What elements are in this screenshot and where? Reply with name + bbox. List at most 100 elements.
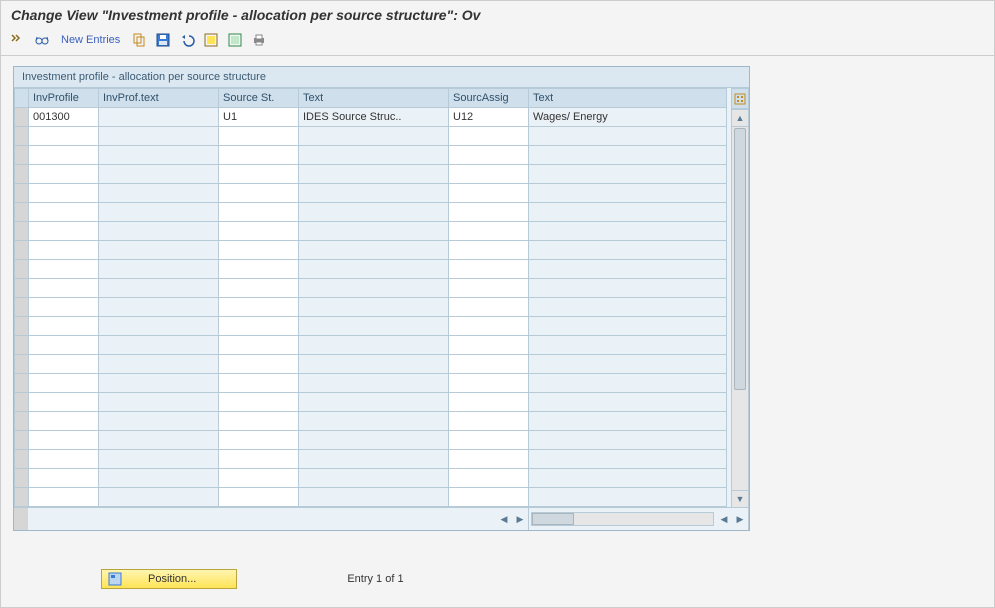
cell-sourcassig[interactable] <box>449 298 529 317</box>
cell-invprofile[interactable] <box>29 241 99 260</box>
cell-invprofile[interactable]: 001300 <box>29 108 99 127</box>
hscroll-right-thumb[interactable] <box>532 513 574 525</box>
cell-sourcassig[interactable] <box>449 184 529 203</box>
select-all-icon[interactable] <box>202 31 220 49</box>
cell-sourcassig[interactable] <box>449 393 529 412</box>
cell-sourcest[interactable] <box>219 165 299 184</box>
cell-sourcest[interactable] <box>219 355 299 374</box>
row-selector[interactable] <box>15 412 29 431</box>
cell-invprofile[interactable] <box>29 355 99 374</box>
hscroll-right[interactable]: ◀ ▶ <box>529 508 749 530</box>
save-icon[interactable] <box>154 31 172 49</box>
col-sourcest[interactable]: Source St. <box>219 89 299 108</box>
cell-sourcest[interactable] <box>219 184 299 203</box>
row-selector[interactable] <box>15 203 29 222</box>
table-row[interactable] <box>15 469 727 488</box>
row-selector[interactable] <box>15 336 29 355</box>
cell-sourcest[interactable] <box>219 146 299 165</box>
cell-invprofile[interactable] <box>29 279 99 298</box>
cell-sourcest[interactable] <box>219 279 299 298</box>
table-row[interactable] <box>15 317 727 336</box>
cell-sourcest[interactable] <box>219 298 299 317</box>
cell-sourcassig[interactable] <box>449 412 529 431</box>
cell-sourcassig[interactable] <box>449 450 529 469</box>
cell-invprofile[interactable] <box>29 374 99 393</box>
cell-sourcassig[interactable] <box>449 336 529 355</box>
table-row[interactable] <box>15 241 727 260</box>
table-row[interactable] <box>15 374 727 393</box>
new-entries-button[interactable]: New Entries <box>57 34 124 46</box>
cell-sourcassig[interactable] <box>449 146 529 165</box>
row-selector[interactable] <box>15 241 29 260</box>
row-selector[interactable] <box>15 165 29 184</box>
table-settings-icon[interactable] <box>731 88 749 109</box>
table-row[interactable] <box>15 450 727 469</box>
cell-invprofile[interactable] <box>29 488 99 507</box>
row-selector[interactable] <box>15 222 29 241</box>
row-selector[interactable] <box>15 355 29 374</box>
table-row[interactable] <box>15 412 727 431</box>
hscroll-left-next-icon[interactable]: ▶ <box>512 508 528 530</box>
cell-sourcassig[interactable] <box>449 374 529 393</box>
deselect-all-icon[interactable] <box>226 31 244 49</box>
col-text2[interactable]: Text <box>529 89 727 108</box>
cell-invprofile[interactable] <box>29 336 99 355</box>
cell-sourcest[interactable] <box>219 412 299 431</box>
row-selector[interactable] <box>15 431 29 450</box>
cell-sourcest[interactable] <box>219 317 299 336</box>
vertical-scrollbar[interactable]: ▲ ▼ <box>731 109 749 508</box>
cell-sourcest[interactable] <box>219 260 299 279</box>
table-row[interactable] <box>15 222 727 241</box>
copy-icon[interactable] <box>130 31 148 49</box>
cell-invprofile[interactable] <box>29 127 99 146</box>
cell-sourcassig[interactable]: U12 <box>449 108 529 127</box>
row-selector-header[interactable] <box>15 89 29 108</box>
table-row[interactable] <box>15 393 727 412</box>
cell-sourcassig[interactable] <box>449 355 529 374</box>
cell-invprofile[interactable] <box>29 469 99 488</box>
cell-sourcest[interactable]: U1 <box>219 108 299 127</box>
cell-invprofile[interactable] <box>29 146 99 165</box>
cell-sourcest[interactable] <box>219 336 299 355</box>
hscroll-right-next-icon[interactable]: ▶ <box>732 508 748 530</box>
undo-icon[interactable] <box>178 31 196 49</box>
glasses-icon[interactable] <box>33 31 51 49</box>
row-selector[interactable] <box>15 279 29 298</box>
print-icon[interactable] <box>250 31 268 49</box>
hscroll-right-track[interactable] <box>531 512 714 526</box>
row-selector[interactable] <box>15 450 29 469</box>
cell-invprofile[interactable] <box>29 203 99 222</box>
cell-invprofile[interactable] <box>29 412 99 431</box>
cell-invprofile[interactable] <box>29 450 99 469</box>
cell-invprofile[interactable] <box>29 165 99 184</box>
row-selector[interactable] <box>15 469 29 488</box>
cell-sourcassig[interactable] <box>449 469 529 488</box>
col-invproftext[interactable]: InvProf.text <box>99 89 219 108</box>
table-row[interactable] <box>15 127 727 146</box>
cell-invprofile[interactable] <box>29 317 99 336</box>
cell-invprofile[interactable] <box>29 260 99 279</box>
col-sourcassig[interactable]: SourcAssig <box>449 89 529 108</box>
table-row[interactable] <box>15 431 727 450</box>
row-selector[interactable] <box>15 127 29 146</box>
row-selector[interactable] <box>15 298 29 317</box>
row-selector[interactable] <box>15 146 29 165</box>
hscroll-left[interactable]: ◀ ▶ <box>28 508 529 530</box>
table-row[interactable] <box>15 146 727 165</box>
row-selector[interactable] <box>15 260 29 279</box>
cell-invprofile[interactable] <box>29 393 99 412</box>
cell-invprofile[interactable] <box>29 184 99 203</box>
row-selector[interactable] <box>15 393 29 412</box>
cell-sourcassig[interactable] <box>449 165 529 184</box>
cell-invprofile[interactable] <box>29 222 99 241</box>
cell-sourcassig[interactable] <box>449 317 529 336</box>
cell-sourcest[interactable] <box>219 127 299 146</box>
cell-sourcest[interactable] <box>219 469 299 488</box>
hscroll-right-prev-icon[interactable]: ◀ <box>716 508 732 530</box>
table-row[interactable] <box>15 165 727 184</box>
hscroll-left-prev-icon[interactable]: ◀ <box>496 508 512 530</box>
cell-invprofile[interactable] <box>29 298 99 317</box>
scroll-up-icon[interactable]: ▲ <box>732 110 748 127</box>
cell-sourcassig[interactable] <box>449 203 529 222</box>
table-row[interactable]: 001300U1IDES Source Struc..U12Wages/ Ene… <box>15 108 727 127</box>
